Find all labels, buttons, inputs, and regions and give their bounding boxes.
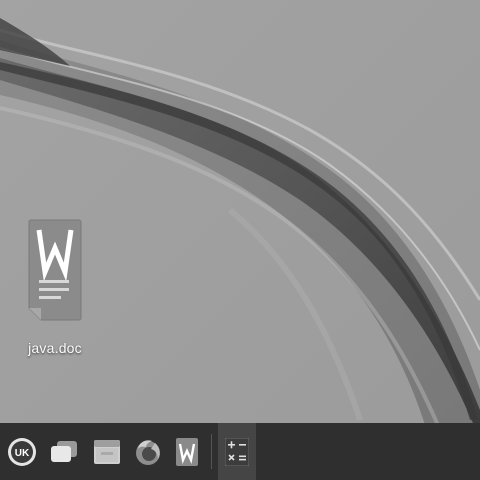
start-menu-logo-text: UK xyxy=(15,448,30,459)
taskbar: UK xyxy=(0,423,480,480)
wps-writer-document-icon xyxy=(28,219,82,321)
folder-icon xyxy=(94,439,120,464)
calculator-button[interactable] xyxy=(218,423,256,480)
calculator-icon xyxy=(225,437,249,466)
windows-switch-icon xyxy=(51,440,77,462)
start-menu-button[interactable]: UK xyxy=(2,423,42,480)
file-manager-button[interactable] xyxy=(86,423,128,480)
taskbar-separator xyxy=(211,434,212,469)
firefox-icon xyxy=(136,439,160,465)
desktop[interactable]: java.doc UK xyxy=(0,0,480,480)
show-desktop-button[interactable] xyxy=(43,423,85,480)
desktop-icon-java-doc[interactable]: java.doc xyxy=(18,214,92,356)
desktop-icon-label: java.doc xyxy=(28,340,82,356)
wps-writer-icon xyxy=(176,437,198,466)
uk-logo-icon: UK xyxy=(8,437,36,466)
firefox-button[interactable] xyxy=(128,423,168,480)
wps-writer-button[interactable] xyxy=(168,423,206,480)
